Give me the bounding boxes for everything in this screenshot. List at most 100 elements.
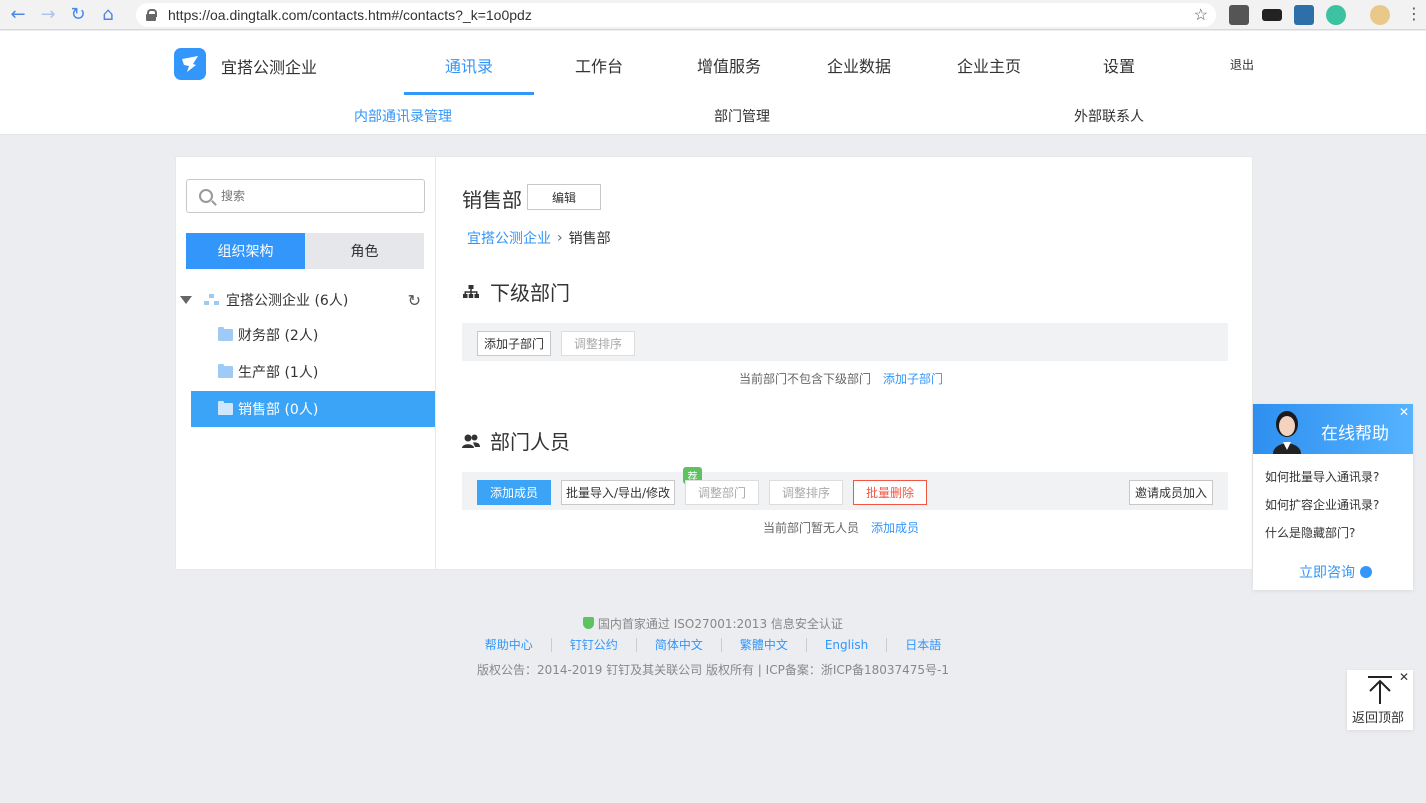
copyright: 版权公告：2014-2019 钉钉及其关联公司 版权所有 | ICP备案：浙IC… [476, 663, 950, 677]
contacts-panel: 组织架构 角色 宜搭公测企业 (6人) ↻ 财务部 (2人) 生产部 (1人) … [175, 156, 1253, 570]
subdepartment-empty-text: 当前部门不包含下级部门 添加子部门 [739, 370, 943, 387]
home-icon[interactable]: ⌂ [96, 3, 120, 27]
footer-link-english[interactable]: English [807, 638, 888, 652]
back-to-top-button[interactable]: 返回顶部 ✕ [1347, 670, 1413, 730]
add-member-button[interactable]: 添加成员 [477, 480, 551, 505]
sort-subdepartments-button[interactable]: 调整排序 [561, 331, 635, 356]
members-empty-text: 当前部门暂无人员 添加成员 [763, 519, 919, 536]
add-subdepartment-link[interactable]: 添加子部门 [883, 372, 943, 386]
nav-contacts[interactable]: 通讯录 [404, 53, 534, 77]
subnav-internal-contacts[interactable]: 内部通讯录管理 [354, 106, 452, 126]
close-icon[interactable]: ✕ [1399, 670, 1409, 684]
tree-item-finance[interactable]: 财务部 (2人) [191, 317, 435, 353]
footer-link-japanese[interactable]: 日本語 [887, 638, 959, 652]
close-icon[interactable]: ✕ [1399, 405, 1409, 419]
subnav-department-manage[interactable]: 部门管理 [714, 106, 770, 126]
empty-message: 当前部门不包含下级部门 [739, 372, 872, 386]
breadcrumb-root-link[interactable]: 宜搭公测企业 [467, 228, 551, 248]
footer-link-convention[interactable]: 钉钉公约 [552, 638, 637, 652]
help-question-expand[interactable]: 如何扩容企业通讯录? [1265, 496, 1379, 513]
department-detail: 销售部 编辑 宜搭公测企业 › 销售部 下级部门 添加子部门 调整排序 当前部门… [437, 157, 1252, 569]
extension-weather-icon[interactable] [1370, 5, 1390, 25]
search-input[interactable] [221, 189, 401, 203]
help-question-hidden-dept[interactable]: 什么是隐藏部门? [1265, 524, 1355, 541]
extension-image-icon[interactable] [1294, 5, 1314, 25]
search-icon [199, 189, 213, 203]
back-to-top-label: 返回顶部 [1352, 711, 1405, 726]
browser-toolbar: ← → ↻ ⌂ https://oa.dingtalk.com/contacts… [0, 0, 1426, 30]
tab-org-structure[interactable]: 组织架构 [186, 233, 305, 269]
arrow-up-icon [1368, 676, 1392, 704]
consult-now-button[interactable]: 立即咨询 [1299, 562, 1372, 582]
add-member-link[interactable]: 添加成员 [871, 521, 919, 535]
folder-icon [218, 401, 233, 415]
extension-m-circle-icon[interactable] [1326, 5, 1346, 25]
subdepartment-heading: 下级部门 [462, 277, 570, 306]
extension-off-icon[interactable] [1229, 5, 1249, 25]
breadcrumb: 宜搭公测企业 › 销售部 [467, 228, 611, 248]
department-title: 销售部 [462, 188, 522, 212]
org-chart-icon [204, 294, 220, 306]
consult-label: 立即咨询 [1299, 565, 1355, 581]
search-box[interactable] [186, 179, 425, 213]
url-text: https://oa.dingtalk.com/contacts.htm#/co… [168, 7, 532, 23]
tree-item-sales[interactable]: 销售部 (0人) [191, 391, 435, 427]
footer-link-simplified-chinese[interactable]: 简体中文 [637, 638, 722, 652]
nav-company-data[interactable]: 企业数据 [794, 53, 924, 77]
members-toolbar: 添加成员 批量导入/导出/修改 荐 调整部门 调整排序 批量删除 邀请成员加入 [462, 467, 1228, 510]
edit-department-button[interactable]: 编辑 [527, 184, 601, 210]
tree-item-label: 销售部 (0人) [238, 402, 319, 418]
adjust-sort-button[interactable]: 调整排序 [769, 480, 843, 505]
nav-company-homepage[interactable]: 企业主页 [924, 53, 1054, 77]
folder-icon [218, 364, 233, 378]
tab-roles[interactable]: 角色 [305, 233, 424, 269]
bulk-import-export-button[interactable]: 批量导入/导出/修改 [561, 480, 675, 505]
cert-text: 国内首家通过 ISO27001:2013 信息安全认证 [597, 617, 843, 631]
extension-m-icon[interactable] [1262, 9, 1282, 21]
adjust-department-button[interactable]: 调整部门 [685, 480, 759, 505]
site-header: 宜搭公测企业 通讯录 工作台 增值服务 企业数据 企业主页 设置 退出 内部通讯… [0, 31, 1426, 135]
address-bar[interactable]: https://oa.dingtalk.com/contacts.htm#/co… [136, 3, 1216, 27]
refresh-icon[interactable]: ↻ [408, 291, 421, 310]
add-subdepartment-button[interactable]: 添加子部门 [477, 331, 551, 356]
logout-link[interactable]: 退出 [1230, 56, 1254, 73]
support-agent-avatar [1273, 411, 1301, 454]
tree-item-production[interactable]: 生产部 (1人) [191, 354, 435, 390]
folder-icon [218, 327, 233, 341]
tree-item-label: 财务部 (2人) [238, 328, 319, 344]
subdepartment-toolbar: 添加子部门 调整排序 [462, 323, 1228, 361]
forward-arrow-icon[interactable]: → [36, 3, 60, 27]
back-arrow-icon[interactable]: ← [6, 3, 30, 27]
bookmark-star-icon[interactable]: ☆ [1194, 5, 1208, 25]
bulk-delete-button[interactable]: 批量删除 [853, 480, 927, 505]
lock-icon [146, 9, 157, 21]
browser-menu-icon[interactable]: ⋮ [1404, 5, 1424, 25]
tree-root-company[interactable]: 宜搭公测企业 (6人) ↻ [176, 285, 435, 315]
help-title: 在线帮助 [1321, 424, 1389, 444]
footer-link-help-center[interactable]: 帮助中心 [467, 638, 552, 652]
invite-member-button[interactable]: 邀请成员加入 [1129, 480, 1213, 505]
security-certification: 国内首家通过 ISO27001:2013 信息安全认证 [0, 615, 1426, 632]
help-question-bulk-import[interactable]: 如何批量导入通讯录? [1265, 468, 1379, 485]
dingtalk-logo-icon[interactable] [174, 48, 206, 80]
chevron-right-icon: › [557, 230, 563, 246]
empty-message: 当前部门暂无人员 [763, 521, 860, 535]
footer-links: 帮助中心 钉钉公约 简体中文 繁體中文 English 日本語 [0, 638, 1426, 652]
section-title-text: 部门人员 [490, 430, 570, 454]
caret-down-icon[interactable] [180, 296, 192, 304]
members-heading: 部门人员 [462, 426, 570, 455]
reload-icon[interactable]: ↻ [66, 3, 90, 27]
org-sidebar: 组织架构 角色 宜搭公测企业 (6人) ↻ 财务部 (2人) 生产部 (1人) … [176, 157, 436, 569]
nav-settings[interactable]: 设置 [1054, 53, 1184, 77]
online-help-widget: 在线帮助 ✕ 如何批量导入通讯录? 如何扩容企业通讯录? 什么是隐藏部门? 立即… [1253, 404, 1413, 590]
tree-item-label: 生产部 (1人) [238, 365, 319, 381]
help-header: 在线帮助 ✕ [1253, 404, 1413, 454]
tree-root-label: 宜搭公测企业 (6人) [226, 293, 349, 309]
footer-link-traditional-chinese[interactable]: 繁體中文 [722, 638, 807, 652]
subnav-external-contacts[interactable]: 外部联系人 [1074, 106, 1144, 126]
section-title-text: 下级部门 [490, 281, 570, 305]
nav-workbench[interactable]: 工作台 [534, 53, 664, 77]
active-nav-indicator [404, 92, 534, 95]
nav-value-services[interactable]: 增值服务 [664, 53, 794, 77]
org-chart-icon [463, 284, 479, 298]
